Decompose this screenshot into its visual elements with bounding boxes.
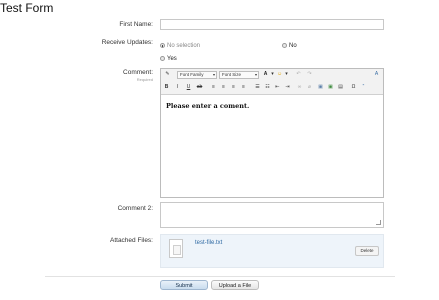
submit-button[interactable]: Submit: [160, 280, 208, 290]
outdent-icon[interactable]: ⇤: [274, 84, 281, 91]
chevron-down-icon[interactable]: ▾: [283, 71, 290, 78]
divider: [45, 276, 395, 277]
file-icon: [169, 239, 183, 258]
comment-label: Comment:: [123, 69, 153, 76]
radio-no[interactable]: No: [282, 37, 297, 55]
editor-toolbar: ✎ Font Family ▾ Font Size ▾ A ▾ ☺ ▾ ↶ ↷ A …: [161, 69, 383, 95]
image-icon[interactable]: ▣: [317, 84, 324, 91]
comment2-textarea[interactable]: [160, 202, 384, 228]
chevron-down-icon: ▾: [254, 72, 257, 77]
chevron-down-icon[interactable]: ▾: [269, 71, 276, 78]
chevron-down-icon: ▾: [212, 72, 215, 77]
align-right-icon[interactable]: ≡: [230, 84, 237, 91]
first-name-input[interactable]: [160, 19, 384, 30]
upload-file-button[interactable]: Upload a File: [211, 280, 259, 290]
radio-no-selection-button[interactable]: [160, 43, 165, 49]
unlink-icon[interactable]: ⌀: [306, 84, 313, 91]
numbered-list-icon[interactable]: ☷: [264, 84, 271, 91]
quote-icon[interactable]: “: [360, 84, 367, 91]
font-size-select[interactable]: Font Size ▾: [219, 71, 259, 79]
radio-yes[interactable]: Yes: [160, 50, 177, 68]
radio-no-button[interactable]: [282, 43, 287, 49]
film-icon[interactable]: ▤: [337, 84, 344, 91]
emoticon-icon[interactable]: ☺: [276, 71, 283, 78]
bullet-list-icon[interactable]: ☰: [254, 84, 261, 91]
align-left-icon[interactable]: ≡: [210, 84, 217, 91]
media-icon[interactable]: ▣: [327, 84, 334, 91]
indent-icon[interactable]: ⇥: [284, 84, 291, 91]
omega-icon[interactable]: Ω: [350, 84, 357, 91]
delete-button[interactable]: Delete: [355, 246, 379, 256]
file-name-link[interactable]: test-file.txt: [195, 240, 222, 246]
text-color-icon[interactable]: A: [262, 71, 269, 78]
radio-no-selection-label: No selection: [167, 42, 201, 49]
italic-icon[interactable]: I: [174, 84, 181, 91]
receive-updates-label: Receive Updates:: [101, 39, 153, 46]
underline-icon[interactable]: U: [185, 84, 192, 91]
comment-content[interactable]: Please enter a coment.: [166, 102, 249, 110]
link-icon[interactable]: ∞: [296, 84, 303, 91]
page-title: Test Form: [0, 1, 54, 15]
comment2-label: Comment 2:: [117, 205, 153, 212]
attached-files-panel: test-file.txt Delete: [160, 234, 384, 268]
format-icon[interactable]: A: [373, 71, 380, 78]
comment-required-text: Required: [136, 77, 153, 82]
resize-handle-icon[interactable]: [376, 220, 381, 225]
strikethrough-icon[interactable]: ab: [196, 84, 203, 91]
comment-editor[interactable]: ✎ Font Family ▾ Font Size ▾ A ▾ ☺ ▾ ↶ ↷ A …: [160, 68, 384, 198]
first-name-label: First Name:: [119, 21, 153, 28]
align-center-icon[interactable]: ≡: [220, 84, 227, 91]
attached-files-label: Attached Files:: [110, 237, 153, 244]
radio-yes-label: Yes: [167, 55, 177, 62]
font-family-label: Font Family: [180, 72, 204, 77]
redo-icon[interactable]: ↷: [306, 71, 313, 78]
eraser-icon[interactable]: ✎: [164, 71, 171, 78]
radio-yes-button[interactable]: [160, 56, 165, 62]
radio-no-label: No: [289, 42, 297, 49]
font-family-select[interactable]: Font Family ▾: [177, 71, 217, 79]
font-size-label: Font Size: [222, 72, 242, 77]
bold-icon[interactable]: B: [163, 84, 170, 91]
undo-icon[interactable]: ↶: [295, 71, 302, 78]
align-justify-icon[interactable]: ≡: [240, 84, 247, 91]
